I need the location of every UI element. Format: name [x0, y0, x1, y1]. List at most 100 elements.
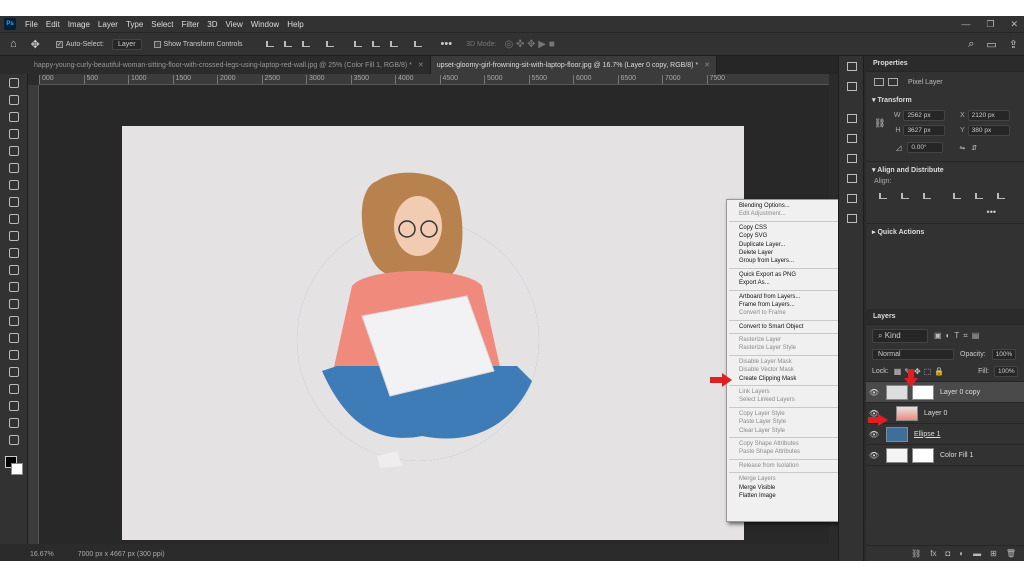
shape-tool[interactable]	[0, 380, 28, 397]
panel-align-center-icon[interactable]	[898, 191, 912, 201]
zoom-level[interactable]: 16.67%	[30, 551, 54, 558]
history-brush-tool[interactable]	[0, 244, 28, 261]
close-tab-icon[interactable]: ✕	[704, 61, 710, 69]
more-options-icon[interactable]: •••	[441, 38, 453, 50]
layer-row[interactable]: 👁 Layer 0 copy	[866, 382, 1024, 403]
minimize-icon[interactable]: —	[961, 19, 970, 29]
align-bottom-icon[interactable]	[387, 39, 401, 49]
document-tab[interactable]: happy-young-curly-beautiful-woman-sittin…	[28, 56, 431, 74]
clone-tool[interactable]	[0, 227, 28, 244]
auto-select-checkbox[interactable]: ✓	[55, 40, 63, 48]
menu-3d[interactable]: 3D	[203, 20, 221, 29]
link-proportions-icon[interactable]: ⛓	[874, 118, 885, 129]
visibility-eye-icon[interactable]: 👁	[866, 430, 882, 439]
menu-view[interactable]: View	[222, 20, 247, 29]
close-icon[interactable]: ✕	[1010, 19, 1018, 30]
visibility-eye-icon[interactable]: 👁	[866, 388, 882, 397]
angle-field[interactable]: 0.00°	[907, 142, 944, 153]
panel-align-left-icon[interactable]	[876, 191, 890, 201]
history-panel-button[interactable]	[839, 56, 865, 76]
menu-help[interactable]: Help	[283, 20, 307, 29]
menu-window[interactable]: Window	[247, 20, 283, 29]
height-field[interactable]: 3627 px	[903, 125, 946, 136]
blur-tool[interactable]	[0, 295, 28, 312]
color-swatches[interactable]	[0, 454, 28, 484]
panel-align-right-icon[interactable]	[920, 191, 934, 201]
background-color[interactable]	[11, 463, 23, 475]
fill-field[interactable]: 100%	[994, 366, 1018, 377]
type-tool[interactable]	[0, 346, 28, 363]
auto-select-target-dropdown[interactable]: Layer	[112, 38, 142, 50]
align-middle-icon[interactable]	[369, 39, 383, 49]
document-canvas[interactable]	[122, 126, 744, 540]
transform-controls-checkbox[interactable]	[153, 40, 161, 48]
layer-row[interactable]: 👁 Layer 0	[866, 403, 1024, 424]
dodge-tool[interactable]	[0, 312, 28, 329]
path-select-tool[interactable]	[0, 363, 28, 380]
panel-align-bottom-icon[interactable]	[994, 191, 1008, 201]
eyedropper-tool[interactable]	[0, 176, 28, 193]
share-icon[interactable]: ⇪	[1009, 38, 1018, 51]
align-center-icon[interactable]	[281, 39, 295, 49]
align-section-title[interactable]: ▾ Align and Distribute	[866, 162, 1024, 178]
flip-vertical-icon[interactable]: ⇵	[971, 144, 977, 152]
x-field[interactable]: 2120 px	[967, 110, 1010, 121]
menu-layer[interactable]: Layer	[94, 20, 122, 29]
menu-type[interactable]: Type	[122, 20, 147, 29]
layer-row[interactable]: 👁 Ellipse 1	[866, 424, 1024, 445]
menu-image[interactable]: Image	[64, 20, 94, 29]
filter-icons[interactable]: ▣◐T⌗▤	[934, 331, 983, 341]
transform-section-title[interactable]: ▾ Transform	[866, 92, 1024, 108]
opacity-field[interactable]: 100%	[991, 349, 1016, 360]
y-field[interactable]: 380 px	[967, 125, 1010, 136]
blend-mode-dropdown[interactable]: Normal	[872, 349, 954, 360]
distribute-icon[interactable]	[323, 39, 337, 49]
more-tool[interactable]	[0, 431, 28, 448]
hand-tool[interactable]	[0, 397, 28, 414]
lock-icons[interactable]: ▦✎✥⬚🔒	[894, 367, 947, 376]
layer-filter-dropdown[interactable]: ⌕ Kind	[872, 329, 928, 343]
healing-tool[interactable]	[0, 193, 28, 210]
eraser-tool[interactable]	[0, 261, 28, 278]
home-icon[interactable]: ⌂	[10, 38, 17, 50]
layers-title[interactable]: Layers	[866, 309, 1024, 325]
width-field[interactable]: 2562 px	[903, 110, 946, 121]
swatches-panel-button[interactable]	[839, 168, 865, 188]
move-tool[interactable]	[0, 74, 28, 91]
new-group-icon[interactable]: ▬	[973, 549, 981, 558]
align-top-icon[interactable]	[351, 39, 365, 49]
adjust-panel-button[interactable]	[839, 76, 865, 96]
gradients-panel-button[interactable]	[839, 188, 865, 208]
properties-title[interactable]: Properties	[866, 56, 1024, 72]
workspace-icon[interactable]: ▭	[986, 38, 996, 51]
panel-align-top-icon[interactable]	[950, 191, 964, 201]
pen-tool[interactable]	[0, 329, 28, 346]
menu-select[interactable]: Select	[147, 20, 177, 29]
align-left-icon[interactable]	[263, 39, 277, 49]
gradient-tool[interactable]	[0, 278, 28, 295]
quick-select-tool[interactable]	[0, 125, 28, 142]
fx-icon[interactable]: fx	[930, 549, 936, 558]
layer-row[interactable]: 👁 Color Fill 1	[866, 445, 1024, 466]
quick-actions-title[interactable]: ▸ Quick Actions	[866, 224, 1024, 240]
flip-horizontal-icon[interactable]: ⇋	[959, 144, 965, 152]
align-right-icon[interactable]	[299, 39, 313, 49]
canvas-area[interactable]	[39, 85, 829, 544]
menu-filter[interactable]: Filter	[178, 20, 204, 29]
panel-align-middle-icon[interactable]	[972, 191, 986, 201]
move-tool-icon[interactable]: ✥	[31, 38, 40, 51]
layer-comps-panel-button[interactable]	[839, 108, 865, 128]
crop-tool[interactable]	[0, 142, 28, 159]
distribute-vertical-icon[interactable]	[411, 39, 425, 49]
add-mask-icon[interactable]: ◘	[945, 549, 950, 558]
search-icon[interactable]: ⌕	[968, 38, 974, 51]
new-layer-icon[interactable]: ⊞	[990, 549, 997, 558]
marquee-tool[interactable]	[0, 91, 28, 108]
delete-layer-icon[interactable]: 🗑	[1006, 549, 1016, 558]
lasso-tool[interactable]	[0, 108, 28, 125]
frame-tool[interactable]	[0, 159, 28, 176]
menu-file[interactable]: File	[21, 20, 42, 29]
paragraph-panel-button[interactable]	[839, 128, 865, 148]
brush-tool[interactable]	[0, 210, 28, 227]
more-align-icon[interactable]: •••	[866, 207, 1024, 217]
